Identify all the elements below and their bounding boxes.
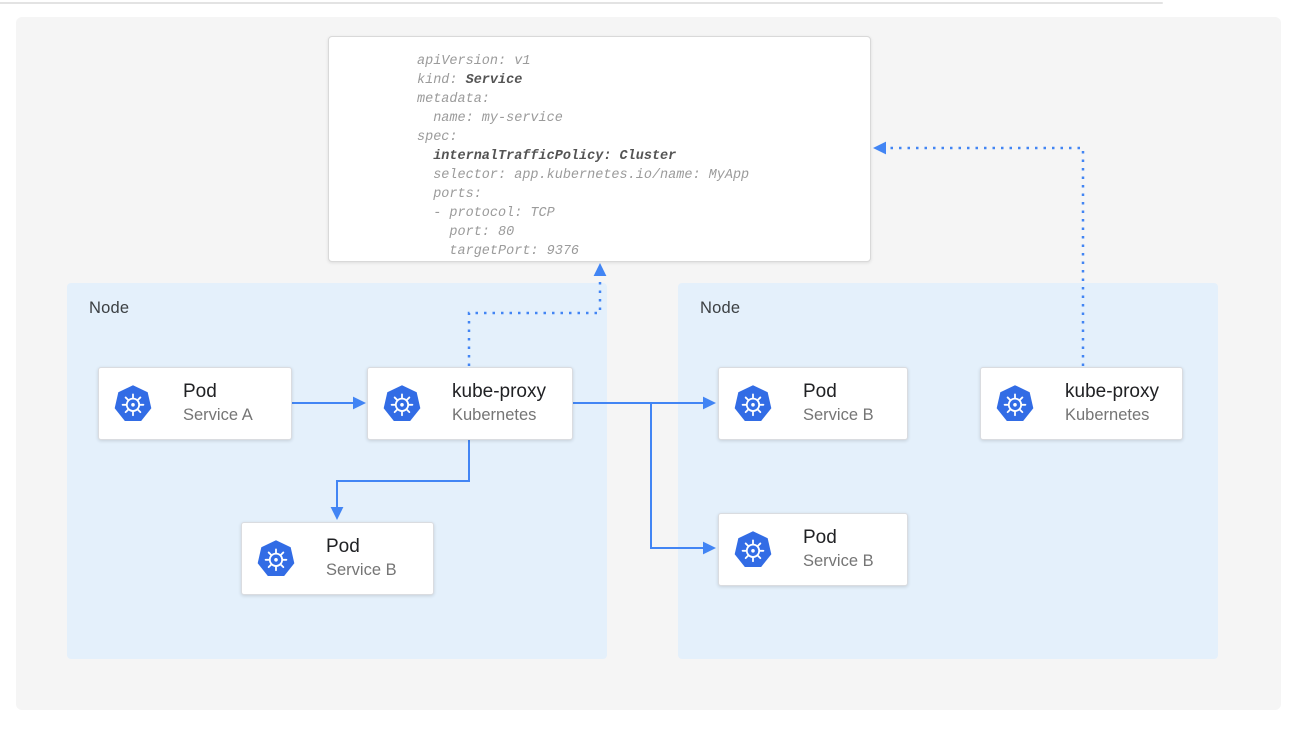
yaml-line: spec: [417,128,870,147]
node-box-right: Node [678,283,1218,659]
yaml-manifest-card: apiVersion: v1 kind: Service metadata: n… [328,36,871,262]
card-pod-service-b-right-bottom: Pod Service B [718,513,908,586]
kubernetes-icon [256,539,296,579]
card-pod-service-b-left: Pod Service B [241,522,434,595]
kubernetes-icon [382,384,422,424]
card-subtitle: Service B [803,404,874,427]
card-title: Pod [326,535,397,559]
node-box-left: Node [67,283,607,659]
yaml-line: apiVersion: v1 [417,52,870,71]
page-top-divider [0,2,1163,4]
node-label: Node [89,299,129,318]
card-pod-service-b-right-top: Pod Service B [718,367,908,440]
card-title: kube-proxy [1065,380,1159,404]
yaml-line: ports: [417,185,870,204]
card-title: Pod [803,380,874,404]
yaml-line: targetPort: 9376 [417,242,870,261]
card-subtitle: Service B [326,559,397,582]
card-subtitle: Kubernetes [452,404,546,427]
kubernetes-icon [995,384,1035,424]
kubernetes-icon [733,530,773,570]
card-subtitle: Service A [183,404,253,427]
yaml-line: port: 80 [417,223,870,242]
yaml-line: - protocol: TCP [417,204,870,223]
card-pod-service-a: Pod Service A [98,367,292,440]
card-subtitle: Service B [803,550,874,573]
node-label: Node [700,299,740,318]
yaml-line: name: my-service [417,109,870,128]
yaml-line: selector: app.kubernetes.io/name: MyApp [417,166,870,185]
kubernetes-icon [733,384,773,424]
yaml-line-internal-traffic-policy: internalTrafficPolicy: Cluster [417,147,870,166]
card-title: kube-proxy [452,380,546,404]
card-kube-proxy-right: kube-proxy Kubernetes [980,367,1183,440]
yaml-line: metadata: [417,90,870,109]
card-title: Pod [183,380,253,404]
kubernetes-icon [113,384,153,424]
card-subtitle: Kubernetes [1065,404,1159,427]
card-kube-proxy-left: kube-proxy Kubernetes [367,367,573,440]
card-title: Pod [803,526,874,550]
yaml-line: kind: Service [417,71,870,90]
